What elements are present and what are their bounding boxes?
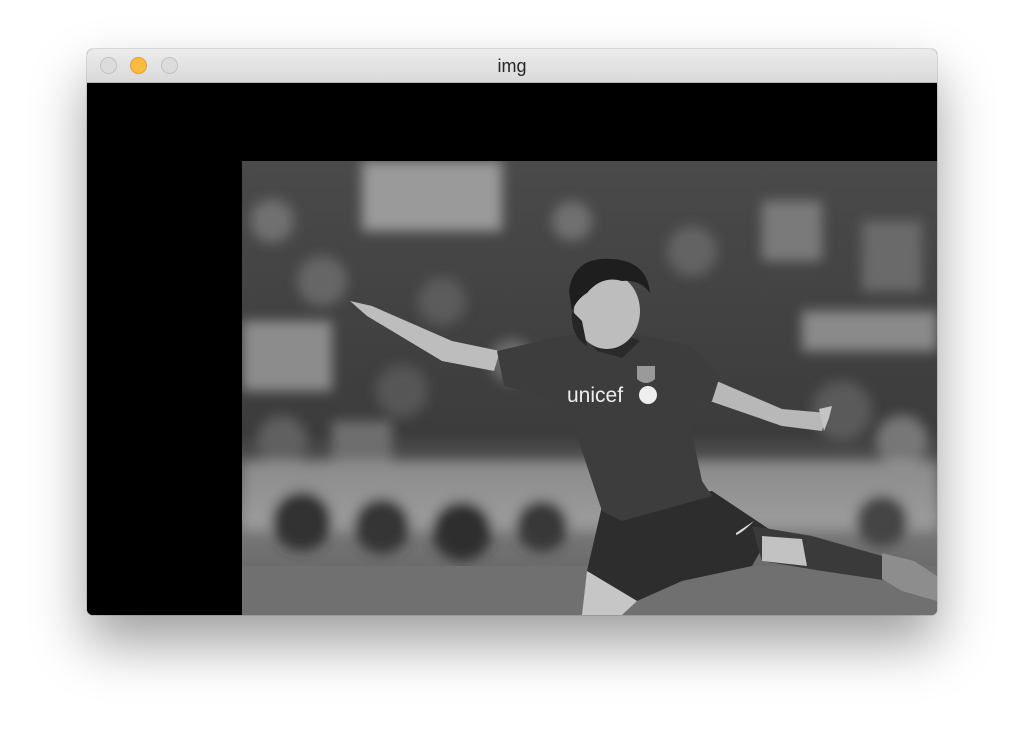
window-title: img <box>497 56 527 76</box>
displayed-photo: unicef <box>242 161 937 615</box>
window-titlebar[interactable]: img <box>87 49 937 83</box>
photo-illustration: unicef <box>242 161 937 615</box>
unicef-logo-icon <box>639 386 657 404</box>
desktop-background: img unicef <box>0 0 1024 739</box>
image-window: img unicef <box>87 49 937 615</box>
image-canvas: unicef <box>87 83 937 615</box>
club-crest-icon <box>637 366 655 383</box>
jersey-sponsor-text: unicef <box>567 384 623 407</box>
